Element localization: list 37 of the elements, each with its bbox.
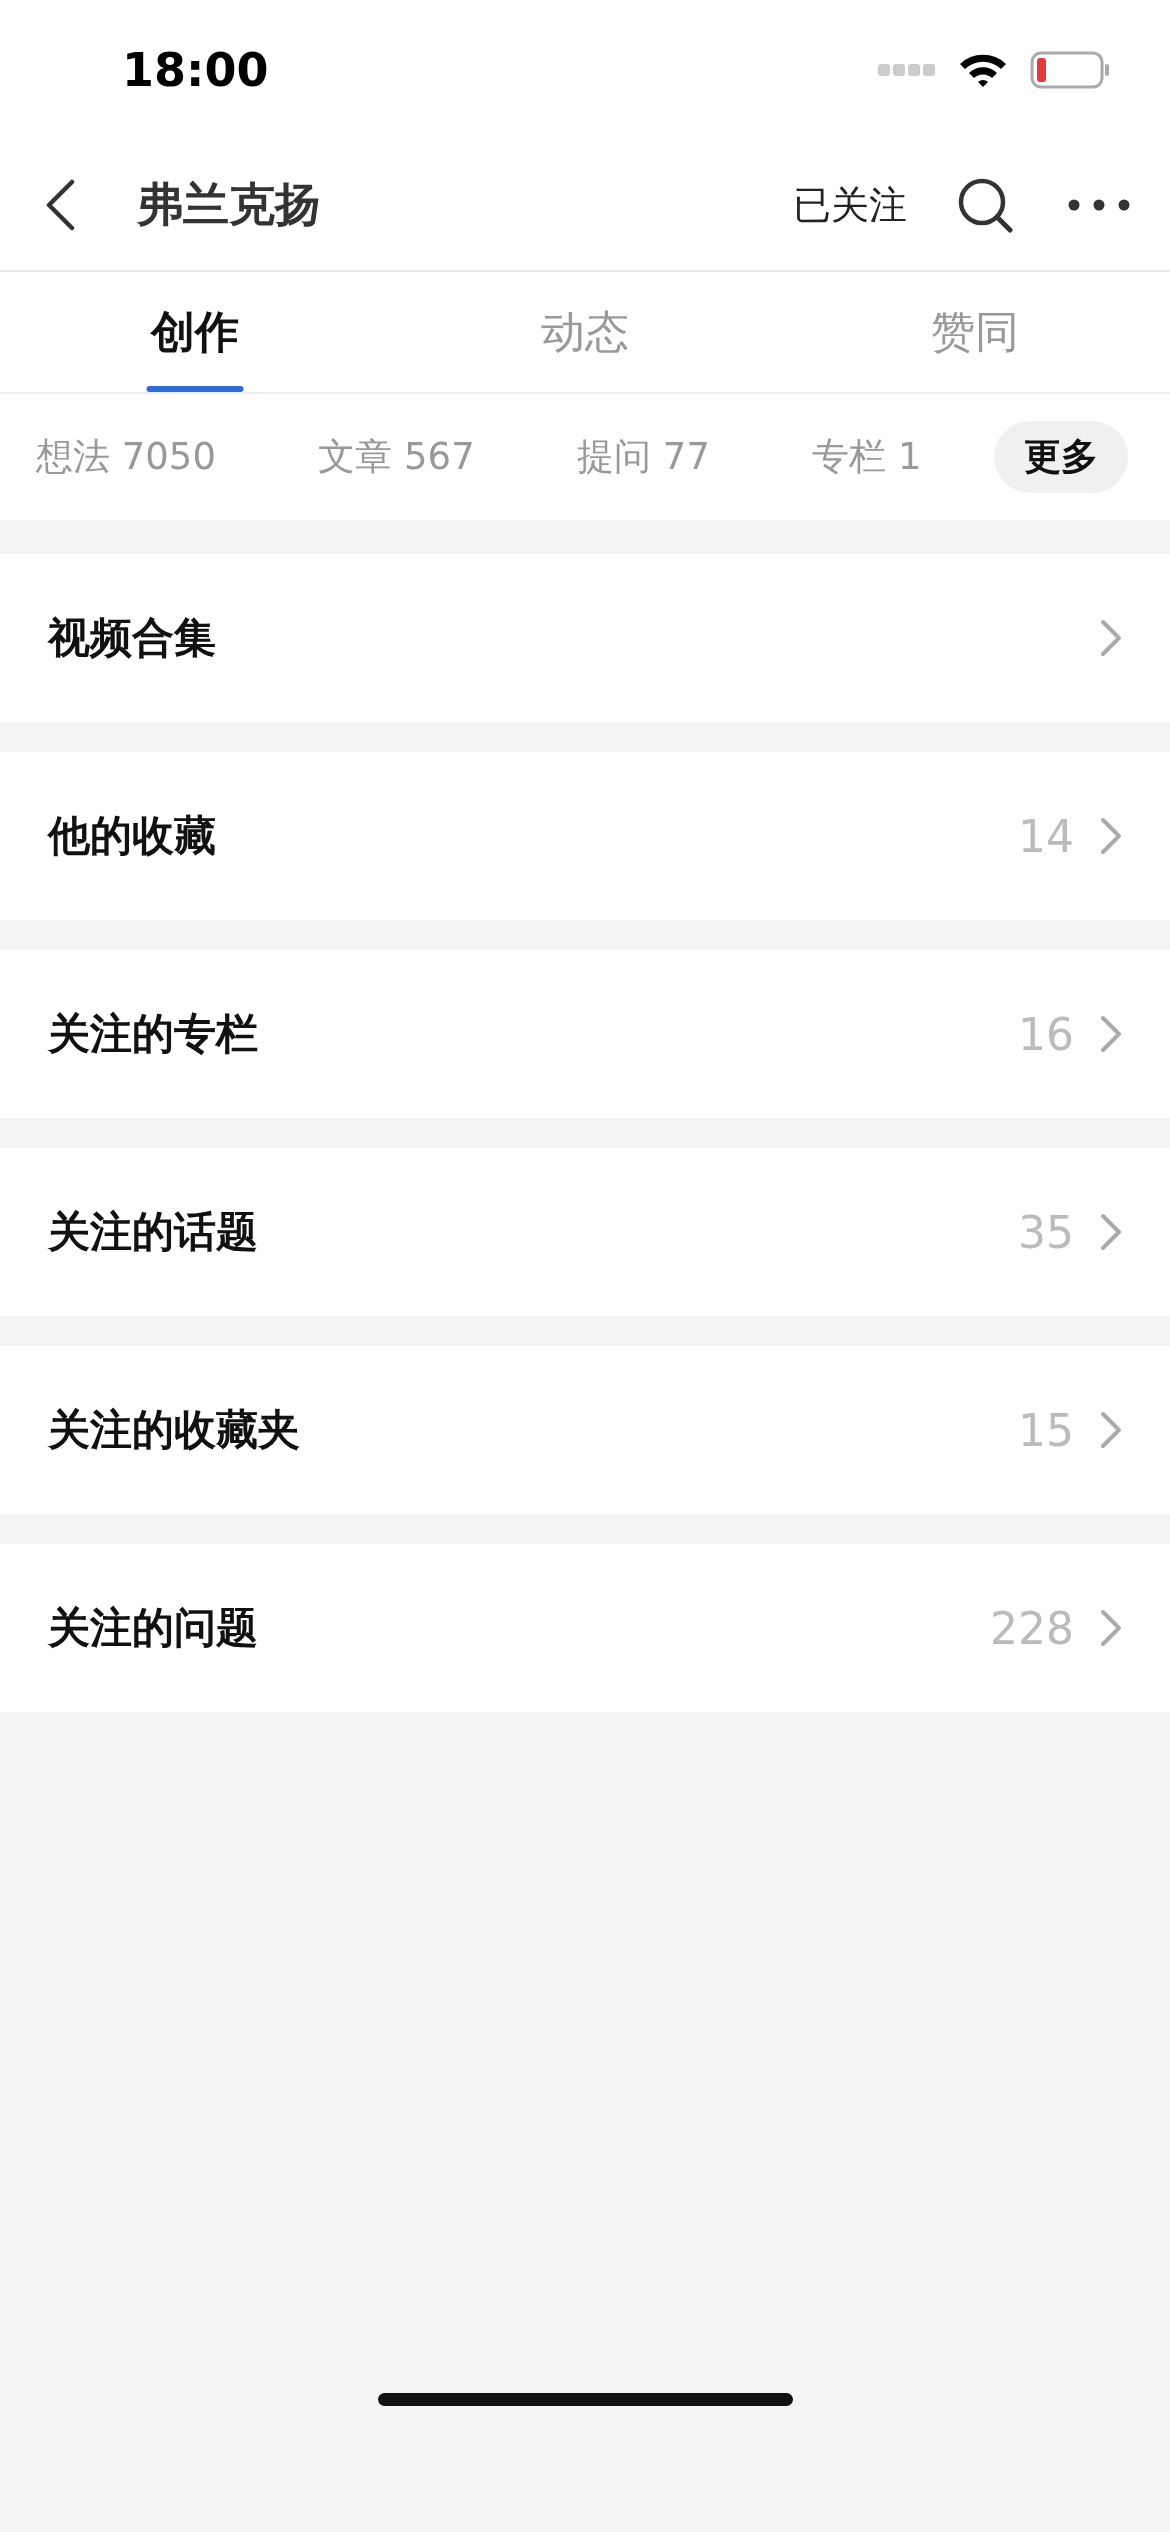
status-time: 18:00 [122, 43, 269, 97]
more-button[interactable] [1068, 199, 1130, 211]
search-icon [957, 177, 1013, 233]
row-count: 16 [1018, 1008, 1074, 1060]
list-row[interactable]: 关注的话题 35 [0, 1148, 1170, 1316]
follow-button[interactable]: 已关注 [793, 179, 907, 231]
battery-icon [1030, 51, 1110, 89]
chevron-right-icon [1100, 1411, 1122, 1449]
chevron-right-icon [1100, 1213, 1122, 1251]
search-button[interactable] [957, 177, 1013, 233]
list-row[interactable]: 关注的问题 228 [0, 1544, 1170, 1712]
row-label: 他的收藏 [48, 810, 217, 862]
row-count: 14 [1018, 810, 1074, 862]
chevron-right-icon [1100, 817, 1122, 855]
row-count: 35 [1018, 1206, 1074, 1258]
filter-chip[interactable]: 更多 [994, 421, 1128, 493]
chevron-right-icon [1100, 1609, 1122, 1647]
row-label: 关注的收藏夹 [48, 1404, 301, 1456]
back-icon [45, 179, 75, 231]
row-label: 关注的专栏 [48, 1008, 259, 1060]
chevron-right-icon [1100, 1015, 1122, 1053]
wifi-icon [958, 52, 1008, 88]
more-icon [1068, 199, 1130, 211]
row-count: 15 [1018, 1404, 1074, 1456]
list-row[interactable]: 关注的收藏夹 15 [0, 1346, 1170, 1514]
row-count: 228 [990, 1602, 1074, 1654]
list-row[interactable]: 关注的专栏 16 [0, 950, 1170, 1118]
row-label: 关注的话题 [48, 1206, 259, 1258]
back-button[interactable] [45, 179, 75, 231]
row-label: 关注的问题 [48, 1602, 259, 1654]
page-title: 弗兰克扬 [137, 176, 322, 233]
signal-icon [878, 64, 936, 76]
row-label: 视频合集 [48, 612, 217, 664]
tab[interactable]: 创作 [0, 272, 390, 392]
list-row[interactable]: 视频合集 [0, 554, 1170, 722]
list-row[interactable]: 他的收藏 14 [0, 752, 1170, 920]
chevron-right-icon [1100, 619, 1122, 657]
